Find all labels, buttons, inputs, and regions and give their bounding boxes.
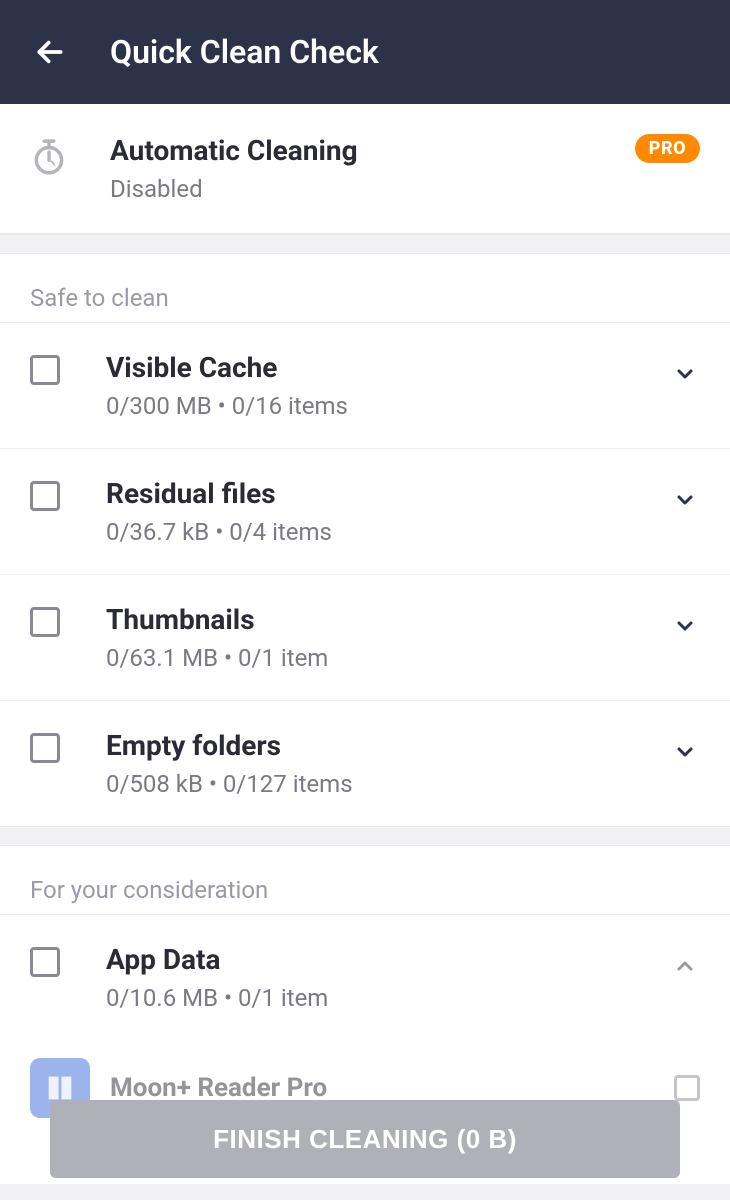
automatic-cleaning-row[interactable]: Automatic Cleaning Disabled PRO xyxy=(0,104,730,234)
list-item-text: Visible Cache 0/300 MB • 0/16 items xyxy=(106,351,670,420)
chevron-down-icon xyxy=(673,362,697,386)
list-item-empty-folders[interactable]: Empty folders 0/508 kB • 0/127 items xyxy=(0,700,730,826)
expand-toggle[interactable] xyxy=(670,737,700,767)
list-item-subtitle: 0/63.1 MB • 0/1 item xyxy=(106,644,670,672)
checkbox-residual-files[interactable] xyxy=(30,481,60,511)
automatic-cleaning-title: Automatic Cleaning xyxy=(110,134,635,167)
list-item-visible-cache[interactable]: Visible Cache 0/300 MB • 0/16 items xyxy=(0,322,730,448)
finish-button-container: FINISH CLEANING (0 B) xyxy=(0,1100,730,1178)
chevron-down-icon xyxy=(673,614,697,638)
list-item-text: App Data 0/10.6 MB • 0/1 item xyxy=(106,943,670,1012)
expand-toggle[interactable] xyxy=(670,359,700,389)
list-item-title: Empty folders xyxy=(106,729,670,762)
list-item-thumbnails[interactable]: Thumbnails 0/63.1 MB • 0/1 item xyxy=(0,574,730,700)
list-item-text: Residual files 0/36.7 kB • 0/4 items xyxy=(106,477,670,546)
list-item-subtitle: 0/300 MB • 0/16 items xyxy=(106,392,670,420)
section-label-consider: For your consideration xyxy=(0,846,730,914)
list-item-text: Thumbnails 0/63.1 MB • 0/1 item xyxy=(106,603,670,672)
list-item-residual-files[interactable]: Residual files 0/36.7 kB • 0/4 items xyxy=(0,448,730,574)
checkbox-visible-cache[interactable] xyxy=(30,355,60,385)
automatic-cleaning-status: Disabled xyxy=(110,175,635,203)
section-divider xyxy=(0,826,730,846)
checkbox-thumbnails[interactable] xyxy=(30,607,60,637)
section-divider xyxy=(0,234,730,254)
list-item-title: Residual files xyxy=(106,477,670,510)
pro-badge: PRO xyxy=(635,134,700,163)
page-title: Quick Clean Check xyxy=(110,33,379,71)
list-item-title: Visible Cache xyxy=(106,351,670,384)
chevron-down-icon xyxy=(673,740,697,764)
expand-toggle[interactable] xyxy=(670,951,700,981)
checkbox-app-data[interactable] xyxy=(30,947,60,977)
back-button[interactable] xyxy=(30,32,70,72)
list-item-subtitle: 0/508 kB • 0/127 items xyxy=(106,770,670,798)
stopwatch-icon xyxy=(30,138,70,180)
list-item-subtitle: 0/36.7 kB • 0/4 items xyxy=(106,518,670,546)
chevron-down-icon xyxy=(673,488,697,512)
arrow-left-icon xyxy=(34,36,66,68)
app-header: Quick Clean Check xyxy=(0,0,730,104)
section-label-safe: Safe to clean xyxy=(0,254,730,322)
finish-cleaning-button[interactable]: FINISH CLEANING (0 B) xyxy=(50,1100,680,1178)
chevron-up-icon xyxy=(673,954,697,978)
list-item-title: Thumbnails xyxy=(106,603,670,636)
bottom-spacer xyxy=(0,1184,730,1200)
expand-toggle[interactable] xyxy=(670,485,700,515)
list-item-title: App Data xyxy=(106,943,670,976)
expand-toggle[interactable] xyxy=(670,611,700,641)
list-item-text: Empty folders 0/508 kB • 0/127 items xyxy=(106,729,670,798)
automatic-cleaning-text: Automatic Cleaning Disabled xyxy=(110,134,635,203)
list-item-app-data[interactable]: App Data 0/10.6 MB • 0/1 item xyxy=(0,914,730,1040)
checkbox-empty-folders[interactable] xyxy=(30,733,60,763)
checkbox-sub-item[interactable] xyxy=(674,1075,700,1101)
sub-item-title: Moon+ Reader Pro xyxy=(110,1073,674,1103)
list-item-subtitle: 0/10.6 MB • 0/1 item xyxy=(106,984,670,1012)
